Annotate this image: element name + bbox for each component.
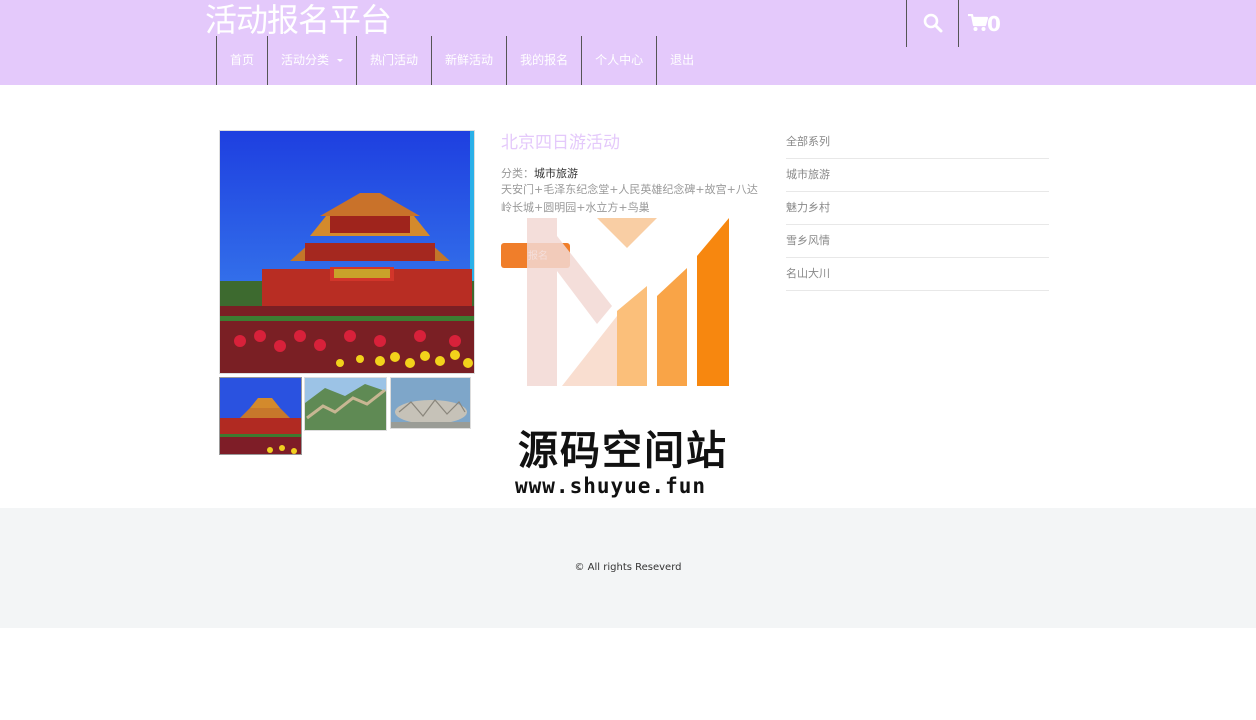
cart-count: 0 — [987, 12, 1001, 36]
watermark-title: 源码空间站 — [518, 428, 728, 474]
nav-new[interactable]: 新鲜活动 — [431, 36, 506, 85]
top-header: 活动报名平台 0 首页 活动分类 热门活动 新鲜活动 我的报名 个人中心 退出 — [0, 0, 1256, 85]
product-category: 分类：城市旅游 — [501, 165, 578, 181]
tiananmen-photo — [220, 131, 474, 373]
nav-home[interactable]: 首页 — [216, 36, 267, 85]
watermark-logo-icon — [527, 218, 729, 386]
great-wall-thumb — [305, 378, 386, 430]
product-title: 北京四日游活动 — [501, 133, 620, 153]
nav-logout[interactable]: 退出 — [656, 36, 707, 85]
thumbnail-tiananmen[interactable] — [219, 377, 302, 455]
main-nav: 首页 活动分类 热门活动 新鲜活动 我的报名 个人中心 退出 — [216, 36, 707, 85]
sidebar-item-all[interactable]: 全部系列 — [786, 126, 1049, 159]
nav-hot[interactable]: 热门活动 — [356, 36, 431, 85]
site-brand[interactable]: 活动报名平台 — [205, 0, 392, 40]
nav-my-signups[interactable]: 我的报名 — [506, 36, 581, 85]
thumbnail-birds-nest[interactable] — [390, 377, 471, 429]
category-label: 分类： — [501, 167, 534, 180]
cart-icon — [968, 14, 988, 31]
page-footer: © All rights Reseverd — [0, 508, 1256, 628]
nav-categories[interactable]: 活动分类 — [267, 36, 356, 85]
sidebar-item-mountains[interactable]: 名山大川 — [786, 258, 1049, 291]
watermark-url: www.shuyue.fun — [515, 474, 707, 498]
nav-profile[interactable]: 个人中心 — [581, 36, 656, 85]
caret-down-icon — [337, 59, 344, 62]
product-description: 天安门+毛泽东纪念堂+人民英雄纪念碑+故宫+八达岭长城+圆明园+水立方+鸟巢 — [501, 183, 758, 214]
sidebar-item-countryside[interactable]: 魅力乡村 — [786, 192, 1049, 225]
search-button[interactable] — [906, 0, 959, 47]
birds-nest-thumb — [391, 378, 470, 428]
category-value[interactable]: 城市旅游 — [534, 167, 578, 180]
cart-button[interactable]: 0 — [968, 0, 1008, 47]
tiananmen-thumb — [220, 378, 301, 454]
search-icon — [923, 13, 943, 33]
product-main-image — [219, 130, 475, 374]
sidebar-item-city-travel[interactable]: 城市旅游 — [786, 159, 1049, 192]
category-sidebar: 全部系列 城市旅游 魅力乡村 雪乡风情 名山大川 — [786, 126, 1049, 291]
thumbnail-great-wall[interactable] — [304, 377, 387, 431]
sidebar-item-snow-village[interactable]: 雪乡风情 — [786, 225, 1049, 258]
copyright-text: © All rights Reseverd — [574, 562, 682, 573]
nav-categories-label: 活动分类 — [281, 53, 330, 67]
